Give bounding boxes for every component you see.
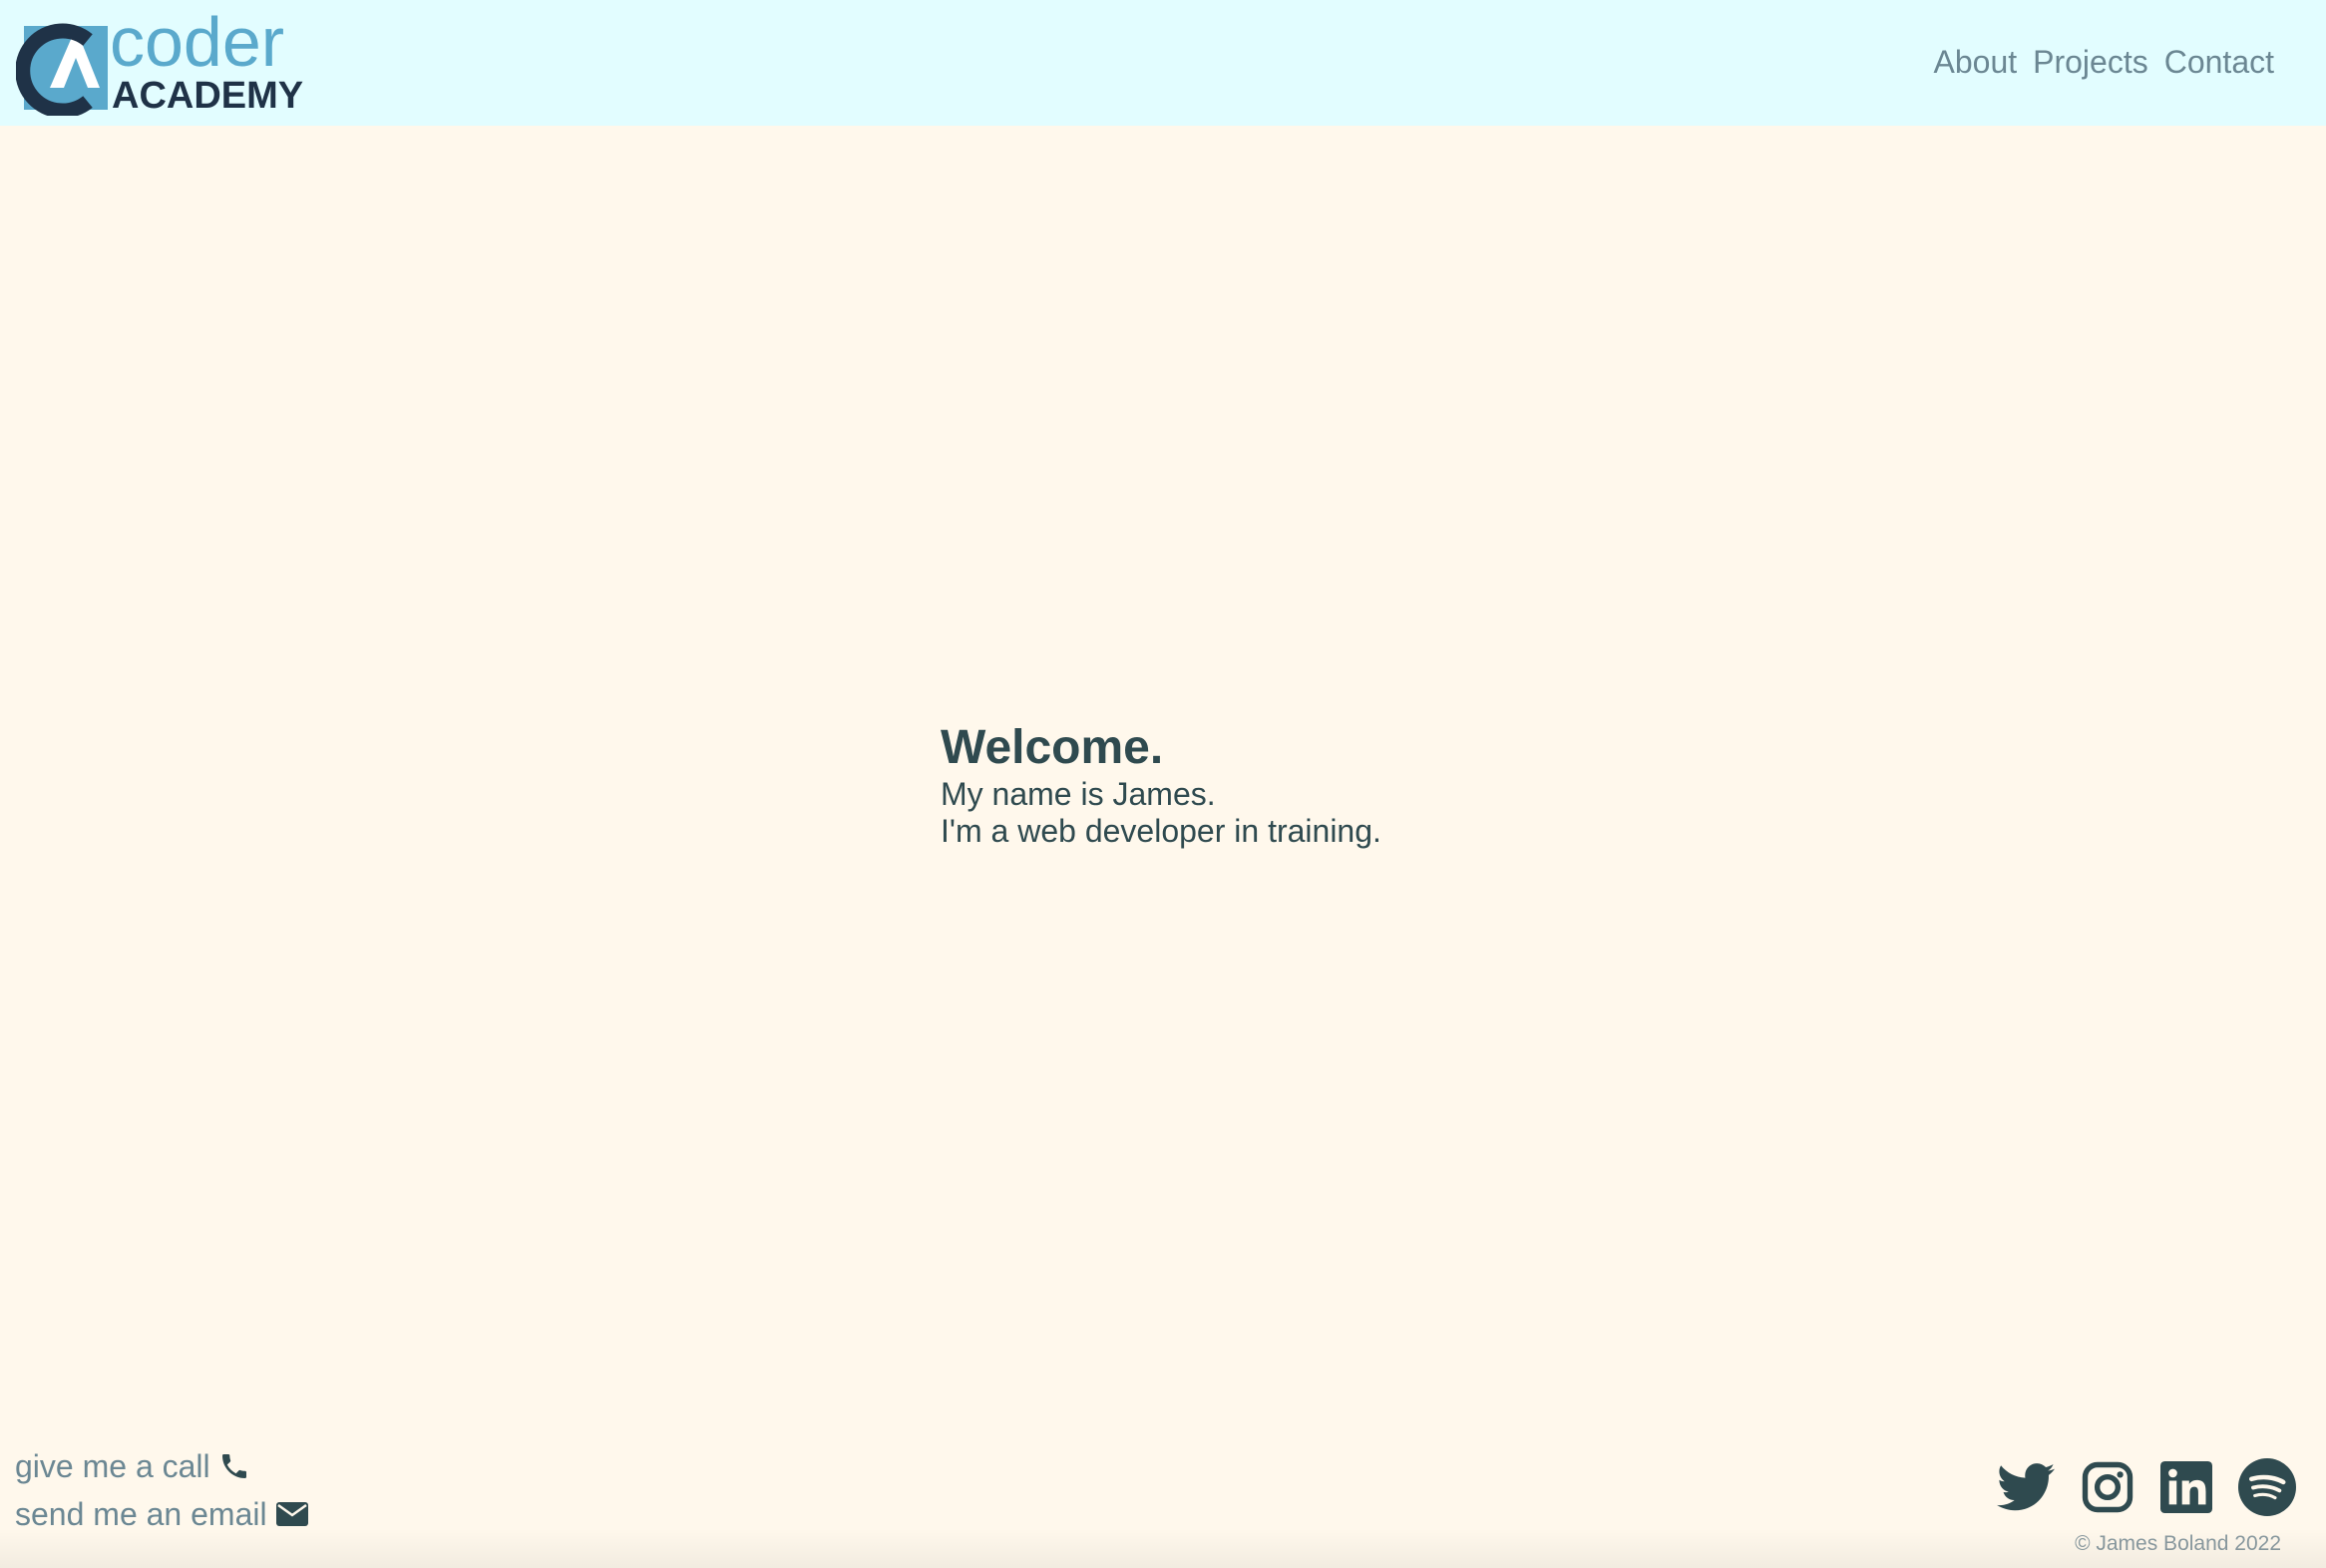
hero-intro-name: My name is James. <box>941 776 1216 812</box>
nav-link-about[interactable]: About <box>1934 40 2018 84</box>
logo-text-academy: ACADEMY <box>112 75 303 116</box>
phone-icon <box>218 1450 250 1482</box>
contact-links: give me a call send me an email <box>15 1442 309 1538</box>
nav-link-projects[interactable]: Projects <box>2033 40 2148 84</box>
twitter-icon[interactable] <box>1997 1462 2055 1512</box>
social-links <box>1997 1458 2296 1516</box>
welcome-heading: Welcome. <box>941 721 1164 774</box>
spotify-icon[interactable] <box>2238 1458 2296 1516</box>
coder-academy-logo-icon: coder ACADEMY <box>16 6 303 116</box>
hero-section: Welcome. My name is James. I'm a web dev… <box>941 720 1499 850</box>
call-link-label: give me a call <box>15 1448 210 1484</box>
call-link[interactable]: give me a call <box>15 1442 309 1490</box>
envelope-icon <box>275 1500 309 1528</box>
email-link-label: send me an email <box>15 1496 267 1532</box>
instagram-icon[interactable] <box>2081 1460 2134 1514</box>
logo-text-coder: coder <box>110 6 284 81</box>
hero-intro-role: I'm a web developer in training. <box>941 813 1381 849</box>
copyright-text: © James Boland 2022 <box>2075 1532 2281 1555</box>
coder-academy-logo[interactable]: coder ACADEMY <box>16 6 335 116</box>
linkedin-icon[interactable] <box>2160 1461 2212 1513</box>
nav-link-contact[interactable]: Contact <box>2164 40 2274 84</box>
main-nav: About Projects Contact <box>1934 40 2275 84</box>
bottom-shadow <box>0 1528 2326 1568</box>
email-link[interactable]: send me an email <box>15 1490 309 1538</box>
site-header: coder ACADEMY About Projects Contact <box>0 0 2326 126</box>
